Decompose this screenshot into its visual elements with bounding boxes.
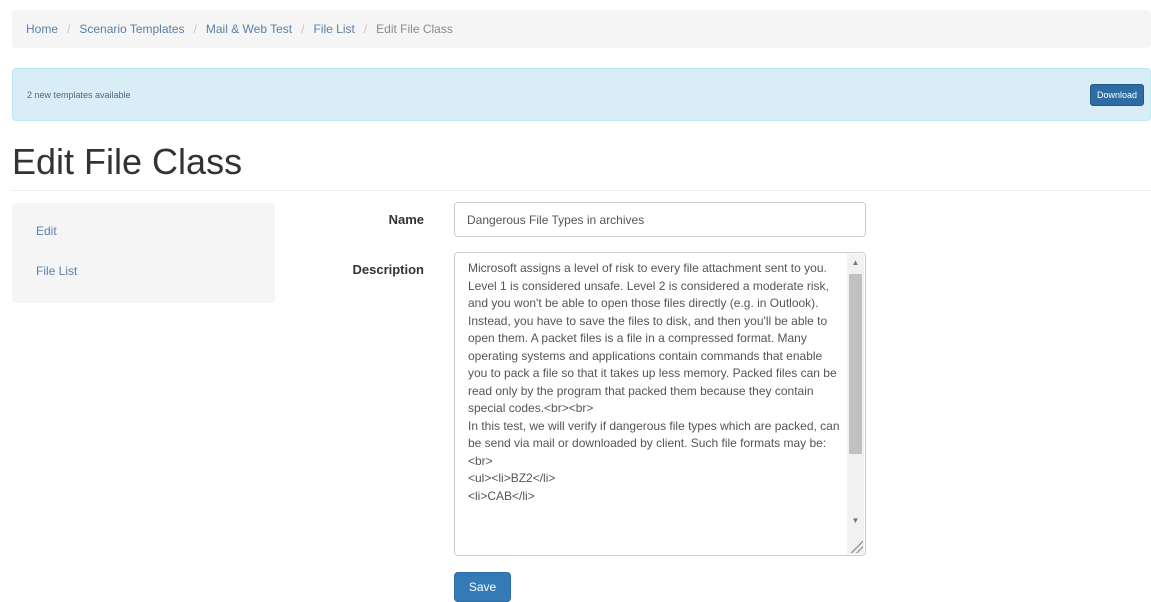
breadcrumb-home[interactable]: Home bbox=[26, 22, 58, 36]
breadcrumb: Home / Scenario Templates / Mail & Web T… bbox=[12, 10, 1151, 48]
side-nav-item-edit[interactable]: Edit bbox=[36, 224, 57, 238]
breadcrumb-current: Edit File Class bbox=[376, 22, 453, 36]
breadcrumb-mail-web-test[interactable]: Mail & Web Test bbox=[206, 22, 292, 36]
breadcrumb-separator: / bbox=[301, 22, 305, 36]
breadcrumb-scenario-templates[interactable]: Scenario Templates bbox=[79, 22, 184, 36]
divider bbox=[12, 190, 1151, 191]
scroll-thumb[interactable] bbox=[849, 274, 862, 454]
download-button[interactable]: Download bbox=[1089, 83, 1144, 106]
alert-message: 2 new templates available bbox=[27, 89, 131, 100]
save-button[interactable]: Save bbox=[454, 572, 511, 602]
scroll-down-icon[interactable]: ▼ bbox=[847, 512, 864, 529]
name-label: Name bbox=[388, 212, 424, 227]
page-title: Edit File Class bbox=[12, 141, 243, 182]
side-nav: Edit File List bbox=[12, 203, 275, 303]
description-text: Microsoft assigns a level of risk to eve… bbox=[468, 261, 840, 503]
breadcrumb-separator: / bbox=[67, 22, 71, 36]
info-alert: 2 new templates available Download bbox=[12, 68, 1151, 121]
resize-grip-icon[interactable] bbox=[849, 539, 863, 553]
description-label: Description bbox=[352, 262, 424, 277]
scroll-up-icon[interactable]: ▲ bbox=[847, 254, 864, 271]
description-scrollbar[interactable]: ▲ ▼ bbox=[847, 254, 864, 554]
side-nav-item-file-list[interactable]: File List bbox=[36, 264, 77, 278]
breadcrumb-separator: / bbox=[363, 22, 368, 36]
breadcrumb-separator: / bbox=[193, 22, 197, 36]
description-textarea[interactable]: Microsoft assigns a level of risk to eve… bbox=[454, 252, 866, 556]
name-input[interactable] bbox=[454, 202, 866, 237]
breadcrumb-file-list[interactable]: File List bbox=[313, 22, 354, 36]
